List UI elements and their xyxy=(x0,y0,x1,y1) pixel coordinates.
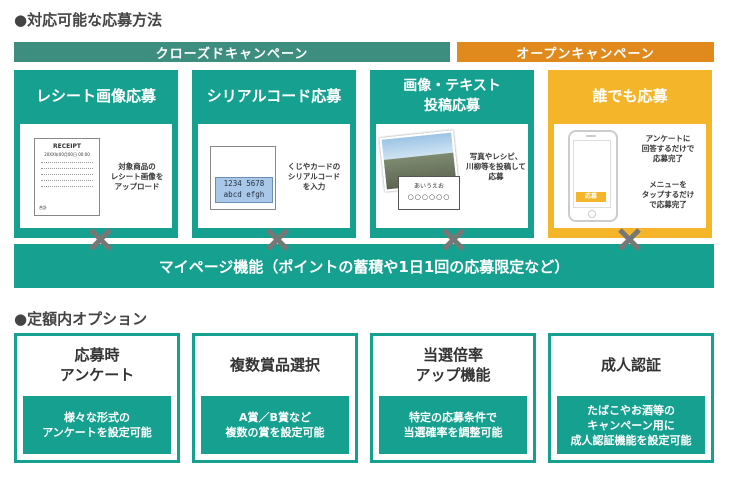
not-applicable-x-icon xyxy=(617,228,639,250)
note-circles: ○○○○○○ xyxy=(407,193,451,201)
not-applicable-x-icon xyxy=(88,228,110,250)
option-desc: たばこやお酒等の キャンペーン用に 成人認証機能を設定可能 xyxy=(557,396,705,454)
serial-code-line1: 1234 5678 xyxy=(223,179,265,188)
card-desc: くじやカードの シリアルコード を入力 xyxy=(287,162,341,191)
note-text: あいうえお xyxy=(413,183,444,190)
card-image-text-post[interactable]: 画像・テキスト 投稿応募 あいうえお ○○○○○○ 写真やレシピ、 川柳等を投稿… xyxy=(370,70,534,238)
option-desc: 様々な形式の アンケートを設定可能 xyxy=(23,396,171,454)
serial-code-box: 1234 5678 abcd efgh xyxy=(215,177,273,203)
option-desc: A賞／B賞など 複数の賞を設定可能 xyxy=(201,396,349,454)
receipt-lines xyxy=(41,162,93,192)
card-desc-menu: メニューを タップするだけ で応募完了 xyxy=(641,180,695,209)
not-applicable-x-icon xyxy=(265,228,287,250)
card-title: 画像・テキスト 投稿応募 xyxy=(403,78,501,114)
phone-icon: 応募 xyxy=(568,130,618,222)
card-serial-code[interactable]: シリアルコード応募 1234 5678 abcd efgh くじやカードの シリ… xyxy=(192,70,356,238)
mypage-feature-bar: マイページ機能（ポイントの蓄積や1日1回の応募限定など） xyxy=(14,244,714,288)
card-inner: RECEIPT 20XX年00月00日 00:00 合計 対象商品の レシート画… xyxy=(20,124,172,228)
card-receipt[interactable]: レシート画像応募 RECEIPT 20XX年00月00日 00:00 合計 対象… xyxy=(14,70,178,238)
card-title: 誰でも応募 xyxy=(592,87,668,105)
serial-code-line2: abcd efgh xyxy=(223,190,265,199)
card-desc-survey: アンケートに 回答するだけで 応募完了 xyxy=(641,134,695,163)
card-anyone[interactable]: 誰でも応募 応募 アンケートに 回答するだけで 応募完了 メニューを タップする… xyxy=(548,70,712,238)
band-open-campaign: オープンキャンペーン xyxy=(457,42,714,62)
card-illustration: 1234 5678 abcd efgh xyxy=(210,146,276,210)
option-multiple-prizes[interactable]: 複数賞品選択 A賞／B賞など 複数の賞を設定可能 xyxy=(192,333,358,463)
band-closed-campaign: クローズドキャンペーン xyxy=(14,42,450,62)
card-title: レシート画像応募 xyxy=(35,87,156,105)
card-inner: 応募 アンケートに 回答するだけで 応募完了 メニューを タップするだけ で応募… xyxy=(554,124,706,228)
card-desc: 写真やレシピ、 川柳等を投稿して 応募 xyxy=(466,152,526,181)
option-desc: 特定の応募条件で 当選確率を調整可能 xyxy=(379,396,527,454)
receipt-total: 合計 xyxy=(39,205,47,210)
note-card: あいうえお ○○○○○○ xyxy=(398,176,460,210)
receipt-header: RECEIPT xyxy=(53,143,81,150)
card-desc: 対象商品の レシート画像を アップロード xyxy=(110,162,164,191)
option-title: 複数賞品選択 xyxy=(229,356,320,374)
not-applicable-x-icon xyxy=(441,228,463,250)
receipt-illustration: RECEIPT 20XX年00月00日 00:00 合計 xyxy=(34,138,100,216)
option-title: 成人認証 xyxy=(600,356,661,374)
section-title-methods: ●対応可能な応募方法 xyxy=(14,11,163,29)
option-odds-boost[interactable]: 当選倍率 アップ機能 特定の応募条件で 当選確率を調整可能 xyxy=(370,333,536,463)
phone-apply-button: 応募 xyxy=(576,192,606,202)
section-title-options: ●定額内オプション xyxy=(14,310,148,328)
card-inner: あいうえお ○○○○○○ 写真やレシピ、 川柳等を投稿して 応募 xyxy=(376,124,528,228)
card-inner: 1234 5678 abcd efgh くじやカードの シリアルコード を入力 xyxy=(198,124,350,228)
option-survey[interactable]: 応募時 アンケート 様々な形式の アンケートを設定可能 xyxy=(14,333,180,463)
option-title: 当選倍率 アップ機能 xyxy=(415,346,491,384)
option-title: 応募時 アンケート xyxy=(59,346,135,384)
card-title: シリアルコード応募 xyxy=(206,87,342,105)
option-age-verification[interactable]: 成人認証 たばこやお酒等の キャンペーン用に 成人認証機能を設定可能 xyxy=(548,333,714,463)
receipt-date: 20XX年00月00日 00:00 xyxy=(44,152,90,157)
